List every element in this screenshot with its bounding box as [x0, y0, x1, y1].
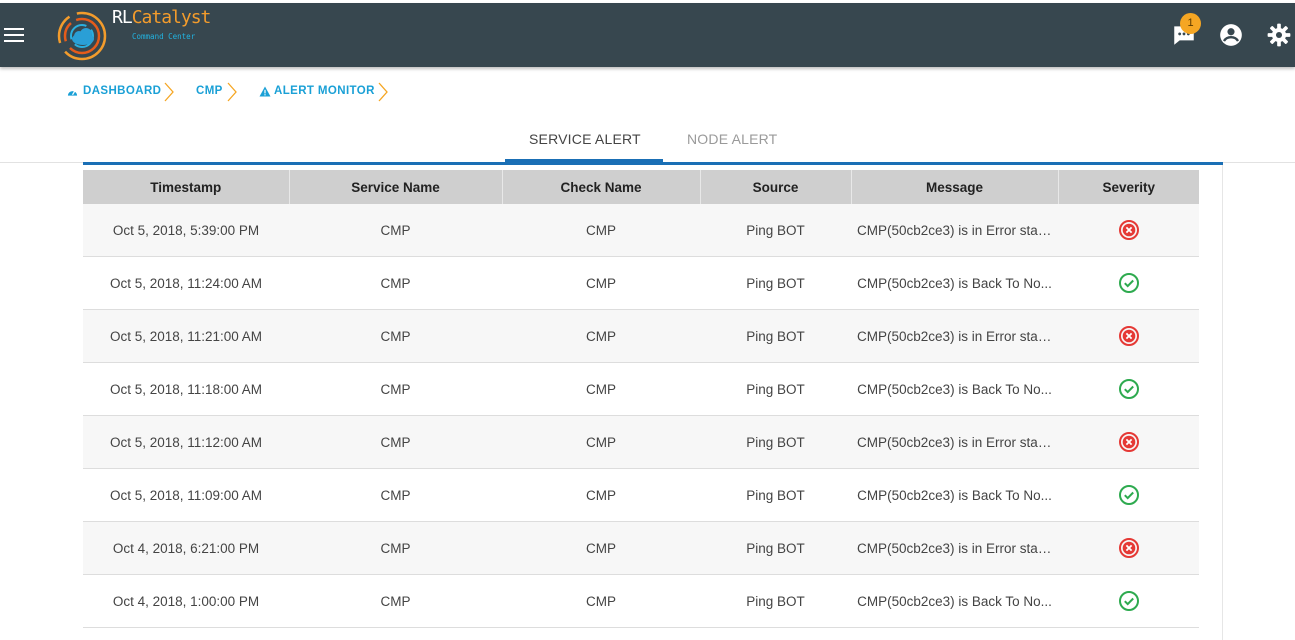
column-header-severity[interactable]: Severity	[1058, 170, 1199, 204]
cell-service-name: CMP	[289, 415, 502, 469]
cell-severity	[1058, 362, 1199, 416]
check-circle-icon[interactable]	[1118, 590, 1140, 612]
cell-severity	[1058, 468, 1199, 522]
error-circle-icon[interactable]	[1118, 325, 1140, 347]
column-header-check-name[interactable]: Check Name	[502, 170, 701, 204]
menu-icon[interactable]	[4, 25, 24, 43]
check-circle-icon[interactable]	[1118, 484, 1140, 506]
cell-severity	[1058, 309, 1199, 363]
cell-service-name: CMP	[289, 468, 502, 522]
cell-check-name: CMP	[502, 521, 700, 575]
cell-timestamp: Oct 4, 2018, 1:00:00 PM	[83, 574, 289, 628]
cell-service-name: CMP	[289, 521, 502, 575]
cell-source: Ping BOT	[700, 415, 851, 469]
cell-timestamp: Oct 5, 2018, 5:39:00 PM	[83, 204, 289, 257]
cell-message: CMP(50cb2ce3) is Back To No...	[851, 468, 1058, 522]
cell-timestamp: Oct 5, 2018, 11:21:00 AM	[83, 309, 289, 363]
table-row[interactable]: Oct 5, 2018, 11:09:00 AM CMP CMP Ping BOT CM…	[83, 468, 1199, 522]
gear-icon[interactable]	[1266, 22, 1292, 48]
table-header-row: Timestamp Service Name Check Name Source…	[83, 170, 1199, 204]
chevron-right-icon	[164, 82, 174, 102]
chevron-right-icon	[227, 82, 237, 102]
cell-timestamp: Oct 5, 2018, 11:18:00 AM	[83, 362, 289, 416]
logo-subtitle: Command Center	[132, 32, 196, 41]
cell-service-name: CMP	[289, 362, 502, 416]
service-alert-table: Timestamp Service Name Check Name Source…	[83, 170, 1199, 628]
cell-check-name: CMP	[502, 204, 700, 257]
cell-check-name: CMP	[502, 415, 700, 469]
error-circle-icon[interactable]	[1118, 431, 1140, 453]
cell-source: Ping BOT	[700, 574, 851, 628]
error-circle-icon[interactable]	[1118, 219, 1140, 241]
cell-severity	[1058, 204, 1199, 257]
column-header-service-name[interactable]: Service Name	[289, 170, 503, 204]
cell-timestamp: Oct 5, 2018, 11:24:00 AM	[83, 256, 289, 310]
cell-message: CMP(50cb2ce3) is Back To No...	[851, 574, 1058, 628]
cell-severity	[1058, 521, 1199, 575]
column-header-source[interactable]: Source	[700, 170, 852, 204]
cell-severity	[1058, 256, 1199, 310]
cell-check-name: CMP	[502, 468, 700, 522]
tab-service-alert[interactable]: SERVICE ALERT	[529, 131, 641, 147]
cell-source: Ping BOT	[700, 309, 851, 363]
notification-badge[interactable]: 1	[1180, 13, 1201, 34]
table-row[interactable]: Oct 5, 2018, 11:21:00 AM CMP CMP Ping BOT CM…	[83, 309, 1199, 363]
dashboard-gauge-icon	[67, 90, 78, 96]
table-row[interactable]: Oct 4, 2018, 1:00:00 PM CMP CMP Ping BOT CMP…	[83, 574, 1199, 628]
cell-timestamp: Oct 4, 2018, 6:21:00 PM	[83, 521, 289, 575]
check-circle-icon[interactable]	[1118, 272, 1140, 294]
cell-message: CMP(50cb2ce3) is Back To No...	[851, 362, 1058, 416]
cell-message: CMP(50cb2ce3) is in Error stage	[851, 521, 1058, 575]
cell-timestamp: Oct 5, 2018, 11:12:00 AM	[83, 415, 289, 469]
top-app-bar: RLCatalyst Command Center 1	[0, 3, 1295, 67]
cell-service-name: CMP	[289, 204, 502, 257]
account-circle-icon[interactable]	[1218, 22, 1244, 48]
chevron-right-icon	[378, 82, 388, 102]
cell-message: CMP(50cb2ce3) is in Error stage	[851, 309, 1058, 363]
cell-source: Ping BOT	[700, 521, 851, 575]
cell-service-name: CMP	[289, 256, 502, 310]
cell-service-name: CMP	[289, 309, 502, 363]
table-row[interactable]: Oct 5, 2018, 5:39:00 PM CMP CMP Ping BOT CMP…	[83, 204, 1199, 257]
check-circle-icon[interactable]	[1118, 378, 1140, 400]
cell-check-name: CMP	[502, 256, 700, 310]
content-top-rule	[83, 162, 1223, 165]
cell-check-name: CMP	[502, 574, 700, 628]
cell-service-name: CMP	[289, 574, 502, 628]
tab-node-alert[interactable]: NODE ALERT	[687, 131, 777, 147]
card-border	[1222, 165, 1223, 640]
table-row[interactable]: Oct 5, 2018, 11:12:00 AM CMP CMP Ping BOT CM…	[83, 415, 1199, 469]
table-row[interactable]: Oct 5, 2018, 11:18:00 AM CMP CMP Ping BOT CM…	[83, 362, 1199, 416]
cell-timestamp: Oct 5, 2018, 11:09:00 AM	[83, 468, 289, 522]
breadcrumb-alert-monitor[interactable]: ALERT MONITOR	[274, 85, 375, 99]
cell-check-name: CMP	[502, 309, 700, 363]
cell-message: CMP(50cb2ce3) is in Error stage	[851, 415, 1058, 469]
cell-source: Ping BOT	[700, 362, 851, 416]
cell-severity	[1058, 415, 1199, 469]
breadcrumb-dashboard[interactable]: DASHBOARD	[83, 85, 161, 99]
cell-source: Ping BOT	[700, 204, 851, 257]
cell-message: CMP(50cb2ce3) is in Error stage	[851, 204, 1058, 257]
breadcrumb-cmp[interactable]: CMP	[196, 85, 223, 99]
cell-source: Ping BOT	[700, 256, 851, 310]
table-row[interactable]: Oct 5, 2018, 11:24:00 AM CMP CMP Ping BOT CM…	[83, 256, 1199, 310]
cell-severity	[1058, 574, 1199, 628]
cell-check-name: CMP	[502, 362, 700, 416]
cell-source: Ping BOT	[700, 468, 851, 522]
column-header-timestamp[interactable]: Timestamp	[83, 170, 290, 204]
logo-title: RLCatalyst	[112, 7, 211, 28]
error-circle-icon[interactable]	[1118, 537, 1140, 559]
table-row[interactable]: Oct 4, 2018, 6:21:00 PM CMP CMP Ping BOT CMP…	[83, 521, 1199, 575]
warning-triangle-icon	[259, 86, 271, 97]
column-header-message[interactable]: Message	[851, 170, 1059, 204]
cell-message: CMP(50cb2ce3) is Back To No...	[851, 256, 1058, 310]
